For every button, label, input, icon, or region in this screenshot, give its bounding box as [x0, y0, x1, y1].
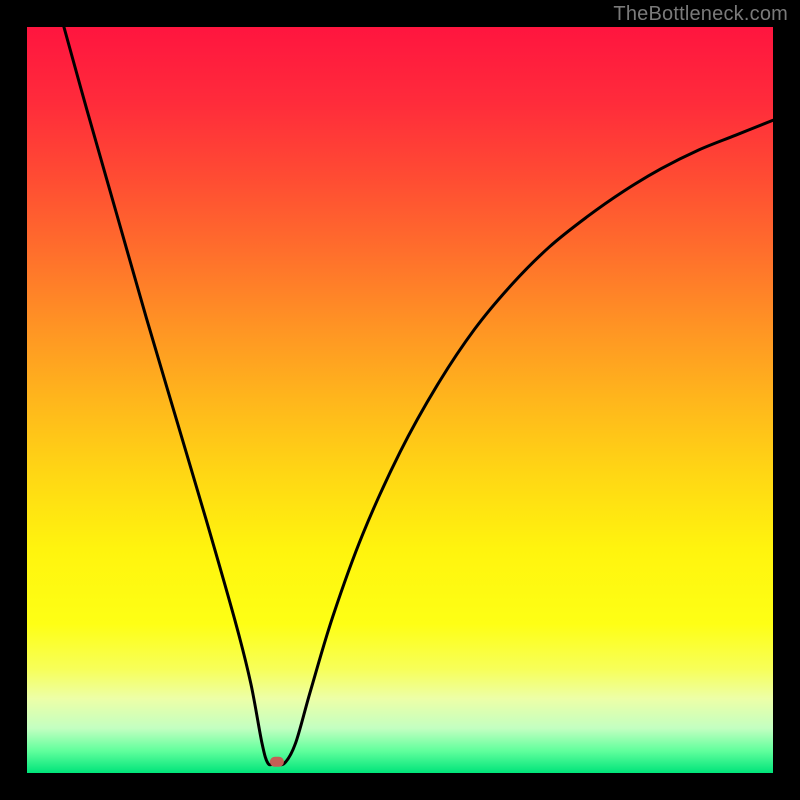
bottleneck-chart — [0, 0, 800, 800]
chart-background — [27, 27, 773, 773]
optimal-point-marker — [270, 757, 284, 767]
chart-frame: TheBottleneck.com — [0, 0, 800, 800]
